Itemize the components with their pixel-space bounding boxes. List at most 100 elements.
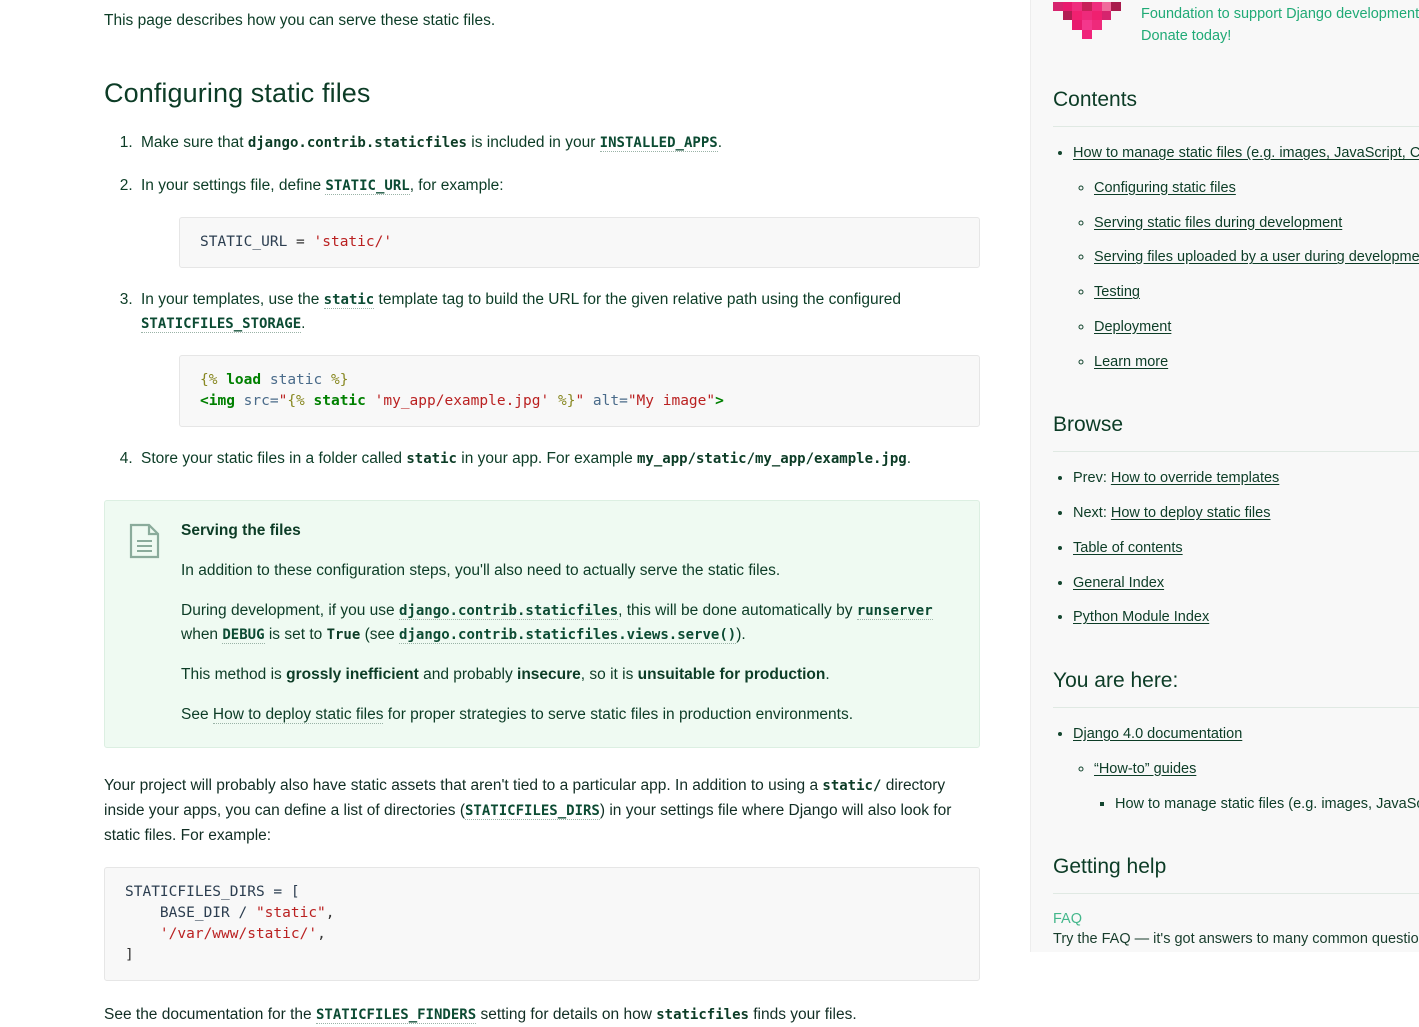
adm-p2-d: is set to [264, 626, 327, 644]
adm-p2-b: , this will be done automatically by [618, 602, 857, 620]
contents-link-serving-static-files-development[interactable]: Serving static files during development [1094, 215, 1342, 231]
breadcrumb: Django 4.0 documentation “How-to” guides… [1053, 724, 1419, 815]
code-block-static-url: STATIC_URL = 'static/' [179, 216, 980, 268]
html-attr-alt-value: "My image" [627, 393, 716, 410]
step-4-code-static: static [406, 451, 457, 468]
contents-link-testing[interactable]: Testing [1094, 284, 1140, 300]
deploy-static-files-link[interactable]: How to deploy static files [212, 706, 384, 725]
html-attr-quote-open: " [278, 393, 288, 410]
staticfiles-storage-code: STATICFILES_STORAGE [141, 316, 302, 333]
page-title: Configuring static files [104, 78, 371, 109]
faq-link[interactable]: FAQ [1053, 911, 1419, 927]
admonition-paragraph-4: See How to deploy static files for prope… [181, 703, 955, 727]
browse-link-table-of-contents[interactable]: Table of contents [1073, 540, 1183, 556]
true-code: True [326, 627, 361, 644]
step-1-text-c: . [717, 134, 722, 152]
runserver-link[interactable]: runserver [856, 602, 933, 621]
admonition-paragraph-1: In addition to these configuration steps… [181, 559, 955, 583]
browse-link-next[interactable]: How to deploy static files [1111, 505, 1271, 521]
para-finders-b: setting for details on how [476, 1005, 657, 1023]
dirs-line-3-indent [125, 926, 160, 942]
list-item: Configuring static files [1094, 178, 1419, 200]
contents-top-item: How to manage static files (e.g. images,… [1073, 143, 1419, 373]
adm-p3-bold-3: unsuitable for production [637, 666, 826, 684]
list-item: General Index [1073, 573, 1419, 595]
step-1-code: django.contrib.staticfiles [247, 135, 467, 152]
breadcrumb-link-howto-guides[interactable]: “How-to” guides [1094, 761, 1196, 777]
step-item-1: Make sure that django.contrib.staticfile… [137, 131, 980, 156]
static-tag-code: static [323, 291, 375, 308]
intro-paragraph: This page describes how you can serve th… [104, 12, 496, 29]
browse-link-python-module-index[interactable]: Python Module Index [1073, 609, 1209, 625]
code-block-staticfiles-dirs: STATICFILES_DIRS = [ BASE_DIR / "static"… [104, 866, 980, 981]
step-4-text-b: in your app. For example [456, 450, 637, 468]
step-2-text-b: , for example: [409, 176, 504, 194]
para-finders-a: See the documentation for the [104, 1005, 316, 1023]
paragraph-staticfiles-dirs: Your project will probably also have sta… [104, 774, 980, 848]
donate-line-1[interactable]: Foundation to support Django development… [1141, 6, 1419, 22]
browse-list: Prev: How to override templates Next: Ho… [1053, 468, 1419, 629]
step-item-4: Store your static files in a folder call… [137, 447, 980, 472]
static-url-link[interactable]: STATIC_URL [325, 176, 410, 195]
paragraph-staticfiles-finders: See the documentation for the STATICFILE… [104, 1003, 980, 1027]
sidebar-inner: Foundation to support Django development… [1053, 0, 1419, 952]
admonition-serving-the-files: Serving the files In addition to these c… [104, 500, 980, 749]
admonition-paragraph-2: During development, if you use django.co… [181, 599, 955, 647]
code-token-name: STATIC_URL [200, 233, 288, 250]
html-tag-close: > [715, 393, 724, 410]
documentation-page: This page describes how you can serve th… [0, 0, 1419, 1024]
staticfiles-finders-link[interactable]: STATICFILES_FINDERS [315, 1005, 477, 1024]
staticfiles-dirs-link[interactable]: STATICFILES_DIRS [465, 801, 600, 820]
browse-next-label: Next: [1073, 505, 1111, 521]
step-3-text-b: template tag to build the URL for the gi… [374, 290, 901, 308]
breadcrumb-link-django-docs[interactable]: Django 4.0 documentation [1073, 726, 1242, 742]
browse-prev-label: Prev: [1073, 470, 1111, 487]
list-item: Testing [1094, 282, 1419, 304]
step-item-2: In your settings file, define STATIC_URL… [137, 174, 980, 268]
step-4-code-path: my_app/static/my_app/example.jpg [637, 451, 907, 468]
static-tag-link[interactable]: static [323, 290, 375, 309]
contents-link-serving-uploaded-files[interactable]: Serving files uploaded by a user during … [1094, 249, 1419, 265]
donate-text: Foundation to support Django development… [1141, 2, 1419, 48]
runserver-code: runserver [856, 603, 933, 620]
adm-p4-a: See [181, 706, 213, 724]
adm-p3-e: . [825, 666, 830, 684]
adm-p3-c: and probably [418, 666, 518, 684]
adm-p1-text: In addition to these configuration steps… [181, 562, 781, 580]
list-item: Learn more [1094, 352, 1419, 374]
tpl-keyword-load: load [217, 372, 270, 389]
tpl-close-1: %} [322, 372, 349, 389]
breadcrumb-sublist-2: How to manage static files (e.g. images,… [1094, 794, 1419, 816]
contents-link-configuring-static-files[interactable]: Configuring static files [1094, 180, 1236, 196]
step-2-text-a: In your settings file, define [141, 176, 326, 194]
serve-view-link[interactable]: django.contrib.staticfiles.views.serve() [399, 626, 737, 645]
contents-link-deployment[interactable]: Deployment [1094, 319, 1171, 335]
step-1-text-b: is included in your [466, 134, 600, 152]
adm-p3-d: , so it is [580, 666, 638, 684]
contents-link-top[interactable]: How to manage static files (e.g. images,… [1073, 145, 1419, 161]
para-dirs-a: Your project will probably also have sta… [104, 777, 823, 795]
step-4-text-a: Store your static files in a folder call… [141, 450, 407, 468]
staticfiles-storage-link[interactable]: STATICFILES_STORAGE [141, 315, 302, 334]
code-token-string: 'static/' [313, 233, 393, 250]
browse-link-general-index[interactable]: General Index [1073, 575, 1164, 591]
you-are-here-heading: You are here: [1053, 669, 1419, 708]
dirs-line-1: STATICFILES_DIRS = [ [125, 883, 300, 900]
html-tag-img: <img [200, 393, 235, 410]
adm-p3-a: This method is [181, 666, 287, 684]
adm-p2-f: ). [736, 626, 746, 644]
debug-code: DEBUG [222, 627, 265, 644]
browse-link-prev[interactable]: How to override templates [1111, 470, 1279, 486]
main-content: This page describes how you can serve th… [0, 0, 1030, 1024]
adm-p4-b: for proper strategies to serve static fi… [383, 706, 853, 724]
code-block-template-tag: {% load static %} <img src="{% static 'm… [179, 355, 980, 428]
staticfiles-dirs-code: STATICFILES_DIRS [465, 802, 600, 819]
adm-p2-c: when [181, 626, 223, 644]
admonition-paragraph-3: This method is grossly inefficient and p… [181, 663, 955, 687]
contents-link-learn-more[interactable]: Learn more [1094, 354, 1168, 370]
dirs-line-2-comma: , [325, 904, 335, 921]
staticfiles-app-link[interactable]: django.contrib.staticfiles [398, 602, 619, 621]
debug-link[interactable]: DEBUG [222, 626, 265, 645]
installed-apps-link[interactable]: INSTALLED_APPS [599, 134, 718, 153]
donate-line-2[interactable]: Donate today! [1141, 28, 1231, 44]
